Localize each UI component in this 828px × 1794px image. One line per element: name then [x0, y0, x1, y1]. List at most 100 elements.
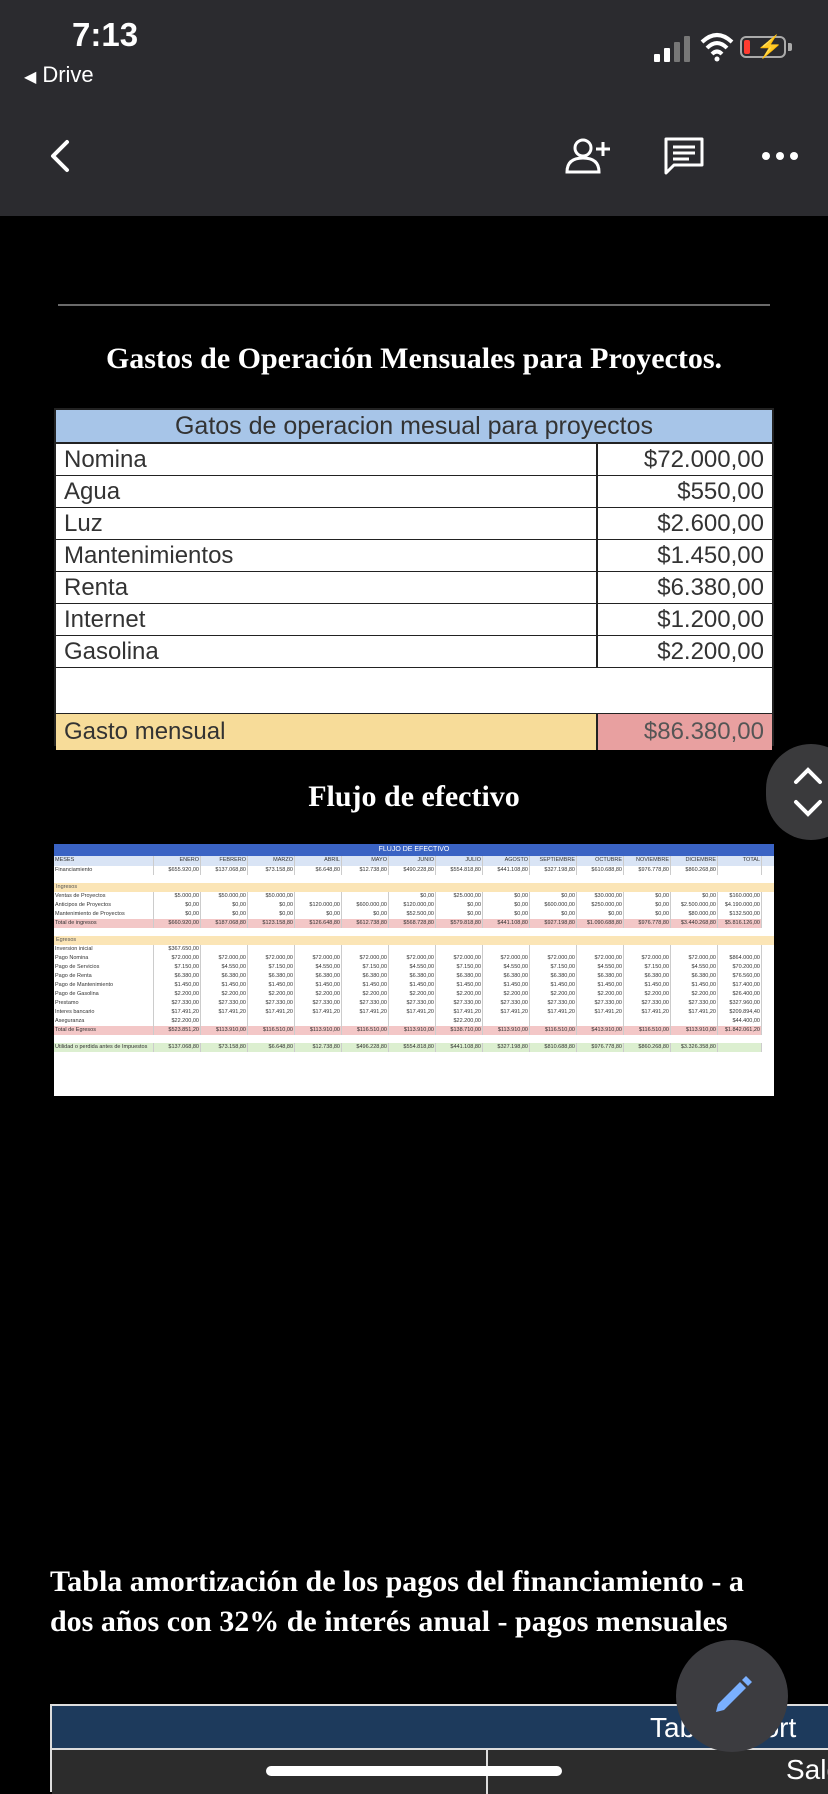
table-row: Pago Nomina $72.000,00 $72.000,00 $72.000,0… — [54, 954, 774, 963]
table-row: Total de ingresos $660.920,00 $187.068,80 $… — [54, 919, 774, 928]
cell-value: $0,00 — [624, 910, 671, 919]
cell-value: $2.200,00 — [483, 990, 530, 999]
cell-value: $6.380,00 — [436, 972, 483, 981]
table-row: Internet $1.200,00 — [56, 604, 772, 636]
row-label: Internet — [56, 604, 598, 635]
cash-flow-header-row: MESES ENERO FEBRERO MARZO ABRIL MAYO JUNIO JULI… — [54, 856, 774, 866]
more-options-button[interactable] — [752, 128, 808, 184]
cell-label: Total de ingresos — [54, 919, 154, 928]
cell-value: $2.200,00 — [530, 990, 577, 999]
signal-icon — [654, 36, 690, 62]
cell-value: $6.380,00 — [201, 972, 248, 981]
cell-value: $2.200,00 — [154, 990, 201, 999]
cell-value: $6.380,00 — [342, 972, 389, 981]
cell-value: DICIEMBRE — [671, 856, 718, 866]
cell-value: $0,00 — [389, 892, 436, 901]
cell-label: MESES — [54, 856, 154, 866]
cell-value: $4.550,00 — [577, 963, 624, 972]
table-row: Nomina $72.000,00 — [56, 444, 772, 476]
cell-value: MARZO — [248, 856, 295, 866]
income-rows: Ventas de Proyectos $5.000,00 $50.000,00 $5… — [54, 892, 774, 928]
cell-value: $2.200,00 — [577, 990, 624, 999]
cell-value: $27.330,00 — [671, 999, 718, 1008]
table-row: Pago de Renta $6.380,00 $6.380,00 $6.380,00… — [54, 972, 774, 981]
cell-value: $4.190.000,00 — [718, 901, 762, 910]
cell-value: $209.894,40 — [718, 1008, 762, 1017]
cell-value — [671, 945, 718, 954]
cell-value — [201, 1017, 248, 1026]
cell-value: $250.000,00 — [577, 901, 624, 910]
cell-value — [248, 945, 295, 954]
comment-icon — [664, 137, 704, 175]
cell-value: $72.000,00 — [483, 954, 530, 963]
cell-value: $25.000,00 — [436, 892, 483, 901]
profit-row: Utilidad o perdida antes de Impuestos $13… — [54, 1043, 774, 1052]
cell-value: $137.068,80 — [201, 866, 248, 875]
table-row: Anticipos de Proyectos $0,00 $0,00 $0,00 $12… — [54, 901, 774, 910]
share-button[interactable] — [560, 128, 616, 184]
cell-value: $0,00 — [248, 901, 295, 910]
cell-value: $0,00 — [624, 892, 671, 901]
battery-icon: ⚡ — [740, 34, 786, 59]
cell-value: $0,00 — [436, 901, 483, 910]
cell-value: $0,00 — [483, 901, 530, 910]
cell-value — [624, 945, 671, 954]
cell-value — [718, 1043, 762, 1052]
cell-value: $413.910,00 — [577, 1026, 624, 1035]
cell-value: $17.491,20 — [483, 1008, 530, 1017]
table-row: Gasolina $2.200,00 — [56, 636, 772, 668]
cell-value: $123.158,80 — [248, 919, 295, 928]
cell-value: $160.000,00 — [718, 892, 762, 901]
status-bar: 7:13 ◀ Drive ⚡ — [0, 0, 828, 98]
row-value: $6.380,00 — [657, 574, 764, 601]
expense-table-header: Gatos de operacion mesual para proyectos — [56, 410, 772, 444]
horizontal-rule — [58, 304, 770, 306]
section-title-flujo: Flujo de efectivo — [308, 780, 520, 813]
cell-value: $367.650,00 — [154, 945, 201, 954]
cell-value: $612.738,80 — [342, 919, 389, 928]
back-button[interactable] — [32, 128, 88, 184]
cell-label: Utilidad o perdida antes de Impuestos — [54, 1043, 154, 1052]
cell-value: $0,00 — [154, 910, 201, 919]
cell-value: $6.380,00 — [389, 972, 436, 981]
cell-value: $5.000,00 — [154, 892, 201, 901]
income-section-label: Ingresos — [54, 883, 774, 892]
cell-label: Pago de Servicios — [54, 963, 154, 972]
cell-value: $113.910,00 — [483, 1026, 530, 1035]
cell-value: $72.000,00 — [342, 954, 389, 963]
financing-row: Financiamiento $655.920,00 $137.068,80 $73.… — [54, 866, 774, 875]
cell-value: $327.198,80 — [483, 1043, 530, 1052]
cell-value — [342, 1017, 389, 1026]
cell-label: Pago Nomina — [54, 954, 154, 963]
row-value: $1.450,00 — [657, 542, 764, 569]
cell-value: $610.688,80 — [577, 866, 624, 875]
cell-value: $860.268,80 — [671, 866, 718, 875]
cell-value: JULIO — [436, 856, 483, 866]
cell-value: $660.920,00 — [154, 919, 201, 928]
home-indicator — [266, 1766, 562, 1776]
cell-value: $6.380,00 — [577, 972, 624, 981]
table-row: Prestamo $27.330,00 $27.330,00 $27.330,00 $2… — [54, 999, 774, 1008]
cell-value: $27.330,00 — [201, 999, 248, 1008]
cell-label: Pago de Mantenimiento — [54, 981, 154, 990]
cell-value: $0,00 — [201, 901, 248, 910]
cell-value — [295, 945, 342, 954]
cell-value: $12.738,80 — [342, 866, 389, 875]
cell-value: $7.150,00 — [342, 963, 389, 972]
cell-value: $2.200,00 — [342, 990, 389, 999]
cell-value: $2.200,00 — [436, 990, 483, 999]
cell-value: OCTUBRE — [577, 856, 624, 866]
cell-value: $441.108,80 — [483, 866, 530, 875]
edit-button[interactable] — [676, 1640, 788, 1752]
comments-button[interactable] — [656, 128, 712, 184]
cell-value: $1.450,00 — [201, 981, 248, 990]
back-app-label: Drive — [42, 62, 94, 87]
back-to-app-link[interactable]: ◀ Drive — [24, 62, 94, 88]
cell-value: $17.491,20 — [342, 1008, 389, 1017]
cell-value: $72.000,00 — [671, 954, 718, 963]
cell-value: $327.960,00 — [718, 999, 762, 1008]
cell-value: $72.000,00 — [389, 954, 436, 963]
cell-label: Pago de Gasolina — [54, 990, 154, 999]
cell-value: $976.778,80 — [624, 919, 671, 928]
saldo-column-label: Saldo — [786, 1754, 828, 1785]
